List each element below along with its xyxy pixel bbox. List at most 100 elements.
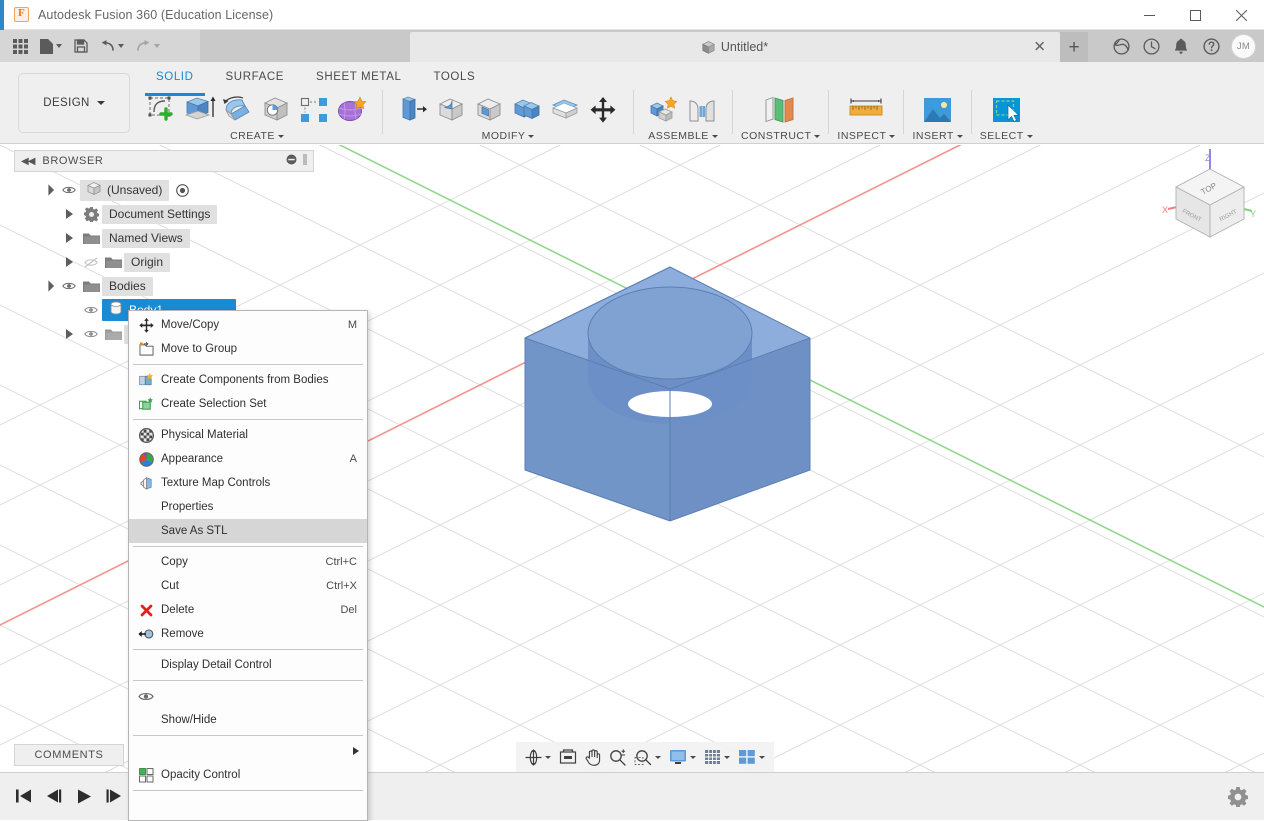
tree-row-unsaved[interactable]: (Unsaved) [14,178,314,202]
menu-item-find-in-window[interactable] [129,794,367,818]
sweep-icon[interactable] [258,91,294,129]
undo-icon[interactable] [95,33,129,59]
pattern-icon[interactable] [296,91,332,129]
tree-row-named-views[interactable]: Named Views [14,226,314,250]
minimize-button[interactable] [1126,0,1172,30]
menu-item-appearance[interactable]: Appearance A [129,447,367,471]
tab-tools[interactable]: TOOLS [417,66,491,88]
visibility-eye-icon[interactable] [80,305,102,315]
ribbon-group-create-label[interactable]: CREATE [230,130,284,142]
extrude-icon[interactable] [182,91,218,129]
orbit-icon[interactable] [522,745,554,769]
close-document-tab-icon[interactable]: ✕ [1033,40,1046,55]
view-cube[interactable]: Z X Y TOP FRONT RIGHT [1160,147,1260,255]
zoom-window-icon[interactable] [631,745,664,769]
timeline-settings-gear-icon[interactable] [1226,785,1250,809]
menu-item-properties[interactable]: Properties [129,495,367,519]
construct-plane-icon[interactable] [759,91,803,129]
model-body1[interactable] [500,250,845,635]
grid-snaps-icon[interactable] [701,745,733,769]
comments-panel-button[interactable]: COMMENTS [14,744,124,766]
job-status-icon[interactable] [1138,33,1164,59]
menu-item-cut[interactable]: Cut Ctrl+X [129,574,367,598]
activate-component-radio[interactable] [171,183,193,197]
close-button[interactable] [1218,0,1264,30]
tree-item-bodies[interactable]: Bodies [102,276,153,296]
panel-grip-icon[interactable] [303,154,307,168]
menu-item-selectable-unselectable[interactable]: Show/Hide [129,708,367,732]
visibility-eye-icon[interactable] [58,281,80,291]
fillet-icon[interactable] [433,91,469,129]
document-tab[interactable]: Untitled* ✕ [410,32,1060,62]
visibility-eye-icon[interactable] [80,329,102,339]
insert-image-icon[interactable] [918,91,958,129]
step-back-icon[interactable] [44,783,64,809]
zoom-icon[interactable] [606,745,629,769]
move-copy-icon[interactable] [585,91,621,129]
tab-surface[interactable]: SURFACE [210,66,301,88]
tab-solid[interactable]: SOLID [140,66,210,88]
tree-row-origin[interactable]: Origin [14,250,314,274]
display-settings-icon[interactable] [666,745,699,769]
tree-item-named-views[interactable]: Named Views [102,228,190,248]
tree-row-document-settings[interactable]: Document Settings [14,202,314,226]
menu-item-texture-map-controls[interactable]: Texture Map Controls [129,471,367,495]
ribbon-group-select-label[interactable]: SELECT [980,130,1033,142]
ribbon-group-inspect-label[interactable]: INSPECT [837,130,896,142]
tree-item-origin[interactable]: Origin [124,252,171,272]
menu-item-display-detail-control[interactable]: Display Detail Control [129,653,367,677]
menu-item-move-copy[interactable]: Move/Copy M [129,313,367,337]
menu-item-show-hide[interactable] [129,684,367,708]
viewports-icon[interactable] [735,745,768,769]
ribbon-group-assemble-label[interactable]: ASSEMBLE [648,130,718,142]
press-pull-icon[interactable] [395,91,431,129]
jump-to-beginning-icon[interactable] [14,783,34,809]
menu-item-opacity-control[interactable] [129,739,367,763]
menu-item-isolate[interactable]: Opacity Control [129,763,367,787]
expand-toggle-icon[interactable] [58,209,80,219]
ribbon-group-insert-label[interactable]: INSERT [912,130,963,142]
split-face-icon[interactable] [547,91,583,129]
menu-item-move-to-group[interactable]: Move to Group [129,337,367,361]
expand-toggle-icon[interactable] [58,257,80,267]
step-forward-icon[interactable] [104,783,124,809]
menu-item-remove[interactable]: Remove [129,622,367,646]
menu-item-save-as-stl[interactable]: Save As STL [129,519,367,543]
menu-item-create-components-from-bodies[interactable]: Create Components from Bodies [129,368,367,392]
save-icon[interactable] [69,33,93,59]
menu-item-physical-material[interactable]: Physical Material [129,423,367,447]
notifications-bell-icon[interactable] [1168,33,1194,59]
tree-item-unsaved[interactable]: (Unsaved) [80,179,170,201]
measure-ruler-icon[interactable] [844,91,888,129]
form-icon[interactable] [334,91,370,129]
menu-item-create-selection-set[interactable]: Create Selection Set [129,392,367,416]
ribbon-group-modify-label[interactable]: MODIFY [482,130,535,142]
expand-toggle-icon[interactable] [36,184,58,196]
workspace-switcher-button[interactable]: DESIGN [18,73,130,133]
new-component-icon[interactable] [646,91,682,129]
collapse-browser-icon[interactable]: ◀◀ [21,156,35,167]
minimize-panel-icon[interactable] [286,154,297,168]
user-avatar[interactable]: JM [1231,33,1256,59]
joint-icon[interactable] [684,91,720,129]
ribbon-group-construct-label[interactable]: CONSTRUCT [741,130,821,142]
data-panel-icon[interactable] [1108,33,1134,59]
new-document-tab-button[interactable]: + [1060,32,1088,62]
expand-toggle-icon[interactable] [36,280,58,292]
create-sketch-icon[interactable] [144,91,180,129]
visibility-eye-off-icon[interactable] [80,257,102,268]
play-icon[interactable] [74,783,94,809]
expand-toggle-icon[interactable] [58,233,80,243]
tab-sheet-metal[interactable]: SHEET METAL [300,66,417,88]
expand-toggle-icon[interactable] [58,329,80,339]
tree-row-bodies[interactable]: Bodies [14,274,314,298]
app-grid-icon[interactable] [8,33,33,59]
shell-icon[interactable] [471,91,507,129]
new-file-icon[interactable] [35,33,67,59]
look-at-icon[interactable] [556,745,580,769]
menu-item-copy[interactable]: Copy Ctrl+C [129,550,367,574]
select-cursor-icon[interactable] [986,91,1026,129]
pan-icon[interactable] [582,745,604,769]
help-icon[interactable] [1198,33,1224,59]
redo-icon[interactable] [131,33,165,59]
